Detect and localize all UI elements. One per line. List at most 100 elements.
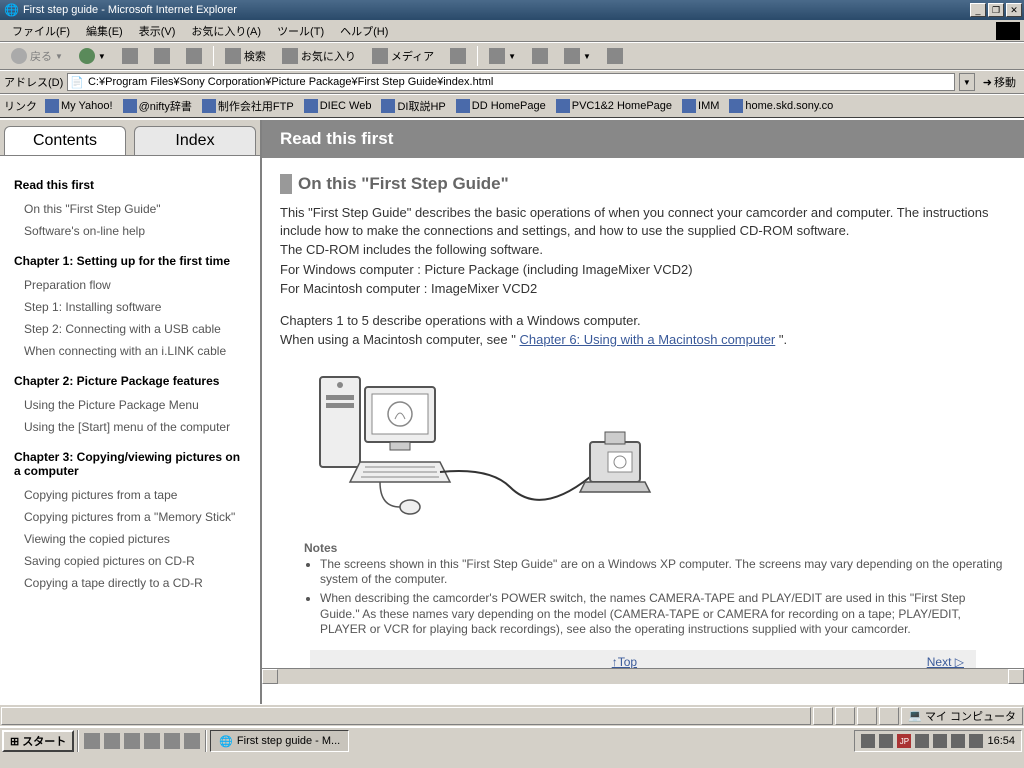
close-button[interactable]: ✕ [1006, 3, 1022, 17]
quicklaunch-icon[interactable] [84, 733, 100, 749]
link-icon [729, 99, 743, 113]
discuss-icon [607, 48, 623, 64]
home-button[interactable] [179, 45, 209, 67]
paragraph: For Windows computer : Picture Package (… [280, 261, 1006, 279]
favorites-button[interactable]: お気に入り [275, 45, 363, 67]
menu-favorites[interactable]: お気に入り(A) [183, 21, 269, 41]
toc-link[interactable]: Step 1: Installing software [14, 296, 246, 318]
go-button[interactable]: ➜移動 [979, 72, 1020, 92]
mail-icon [489, 48, 505, 64]
forward-button[interactable]: ▼ [72, 45, 113, 67]
scroll-right-button[interactable] [1008, 669, 1024, 684]
windows-logo-icon: ⊞ [10, 735, 19, 748]
note-item: When describing the camcorder's POWER sw… [320, 591, 1006, 638]
toc-section-heading[interactable]: Chapter 3: Copying/viewing pictures on a… [14, 450, 246, 478]
ie-icon: 🌐 [219, 735, 233, 748]
chapter6-link[interactable]: Chapter 6: Using with a Macintosh comput… [519, 332, 775, 347]
address-dropdown-button[interactable]: ▼ [959, 73, 975, 91]
favorite-link[interactable]: @nifty辞書 [119, 96, 196, 116]
notes-list: The screens shown in this "First Step Gu… [320, 557, 1006, 638]
toc-section-heading[interactable]: Chapter 2: Picture Package features [14, 374, 246, 388]
tray-icon[interactable] [861, 734, 875, 748]
menu-tools[interactable]: ツール(T) [269, 21, 332, 41]
toc-section-heading[interactable]: Chapter 1: Setting up for the first time [14, 254, 246, 268]
toc-link[interactable]: On this "First Step Guide" [14, 198, 246, 220]
link-icon [304, 99, 318, 113]
tray-icon[interactable] [879, 734, 893, 748]
menu-file[interactable]: ファイル(F) [4, 21, 78, 41]
toc-link[interactable]: Copying pictures from a "Memory Stick" [14, 506, 246, 528]
toc-link[interactable]: Viewing the copied pictures [14, 528, 246, 550]
quicklaunch-icon[interactable] [164, 733, 180, 749]
discuss-button[interactable] [600, 45, 630, 67]
favorite-link[interactable]: IMM [678, 96, 723, 116]
stop-button[interactable] [115, 45, 145, 67]
menu-help[interactable]: ヘルプ(H) [332, 21, 396, 41]
address-input[interactable]: 📄C:¥Program Files¥Sony Corporation¥Pictu… [67, 73, 955, 91]
sidebar: Contents Index Read this first On this "F… [0, 120, 262, 704]
toc-link[interactable]: Software's on-line help [14, 220, 246, 242]
paragraph: This "First Step Guide" describes the ba… [280, 204, 1006, 239]
favorite-link[interactable]: DI取説HP [377, 96, 449, 116]
favorite-link[interactable]: 制作会社用FTP [198, 96, 298, 116]
ie-throbber-icon [996, 22, 1020, 40]
start-button[interactable]: ⊞スタート [2, 730, 74, 752]
minimize-button[interactable]: _ [970, 3, 986, 17]
clock[interactable]: 16:54 [987, 735, 1015, 747]
favorite-link[interactable]: DIEC Web [300, 96, 376, 116]
quicklaunch-icon[interactable] [124, 733, 140, 749]
top-link[interactable]: ↑Top [612, 655, 637, 668]
history-button[interactable] [443, 45, 473, 67]
paragraph: The CD-ROM includes the following softwa… [280, 241, 1006, 259]
tray-icon[interactable] [915, 734, 929, 748]
toc-link[interactable]: Using the Picture Package Menu [14, 394, 246, 416]
table-of-contents[interactable]: Read this first On this "First Step Guide… [0, 156, 260, 704]
mycomputer-icon: 💻 [908, 709, 922, 722]
media-button[interactable]: メディア [365, 45, 441, 67]
toc-link[interactable]: Using the [Start] menu of the computer [14, 416, 246, 438]
toc-link[interactable]: Step 2: Connecting with a USB cable [14, 318, 246, 340]
status-text [1, 707, 811, 725]
toc-section-heading[interactable]: Read this first [14, 178, 246, 192]
favorite-link[interactable]: PVC1&2 HomePage [552, 96, 676, 116]
horizontal-scrollbar[interactable] [262, 668, 1024, 684]
forward-arrow-icon [79, 48, 95, 64]
tray-icon[interactable] [969, 734, 983, 748]
favorite-link[interactable]: DD HomePage [452, 96, 550, 116]
favorite-link[interactable]: home.skd.sony.co [725, 96, 837, 116]
refresh-icon [154, 48, 170, 64]
edit-button[interactable]: ▼ [557, 45, 598, 67]
favorite-link[interactable]: My Yahoo! [41, 96, 117, 116]
link-icon [556, 99, 570, 113]
notes-heading: Notes [304, 541, 1006, 555]
tray-icon[interactable]: JP [897, 734, 911, 748]
menu-edit[interactable]: 編集(E) [78, 21, 131, 41]
toc-link[interactable]: Copying pictures from a tape [14, 484, 246, 506]
mail-button[interactable]: ▼ [482, 45, 523, 67]
tab-index[interactable]: Index [134, 126, 256, 155]
tray-icon[interactable] [951, 734, 965, 748]
tray-icon[interactable] [933, 734, 947, 748]
back-arrow-icon [11, 48, 27, 64]
quicklaunch-icon[interactable] [104, 733, 120, 749]
quicklaunch-icon[interactable] [184, 733, 200, 749]
back-button[interactable]: 戻る▼ [4, 45, 70, 67]
content-header: Read this first [262, 120, 1024, 158]
toc-link[interactable]: Copying a tape directly to a CD-R [14, 572, 246, 594]
toc-link[interactable]: When connecting with an i.LINK cable [14, 340, 246, 362]
toc-link[interactable]: Preparation flow [14, 274, 246, 296]
next-link[interactable]: Next ▷ [927, 655, 964, 668]
taskbar-item-ie[interactable]: 🌐First step guide - M... [210, 730, 349, 752]
search-icon [225, 48, 241, 64]
print-button[interactable] [525, 45, 555, 67]
content-body[interactable]: On this "First Step Guide" This "First S… [262, 158, 1024, 668]
refresh-button[interactable] [147, 45, 177, 67]
scroll-left-button[interactable] [262, 669, 278, 684]
search-button[interactable]: 検索 [218, 45, 273, 67]
maximize-button[interactable]: ❐ [988, 3, 1004, 17]
tab-contents[interactable]: Contents [4, 126, 126, 155]
address-bar: アドレス(D) 📄C:¥Program Files¥Sony Corporati… [0, 70, 1024, 94]
menu-view[interactable]: 表示(V) [131, 21, 184, 41]
quicklaunch-icon[interactable] [144, 733, 160, 749]
toc-link[interactable]: Saving copied pictures on CD-R [14, 550, 246, 572]
